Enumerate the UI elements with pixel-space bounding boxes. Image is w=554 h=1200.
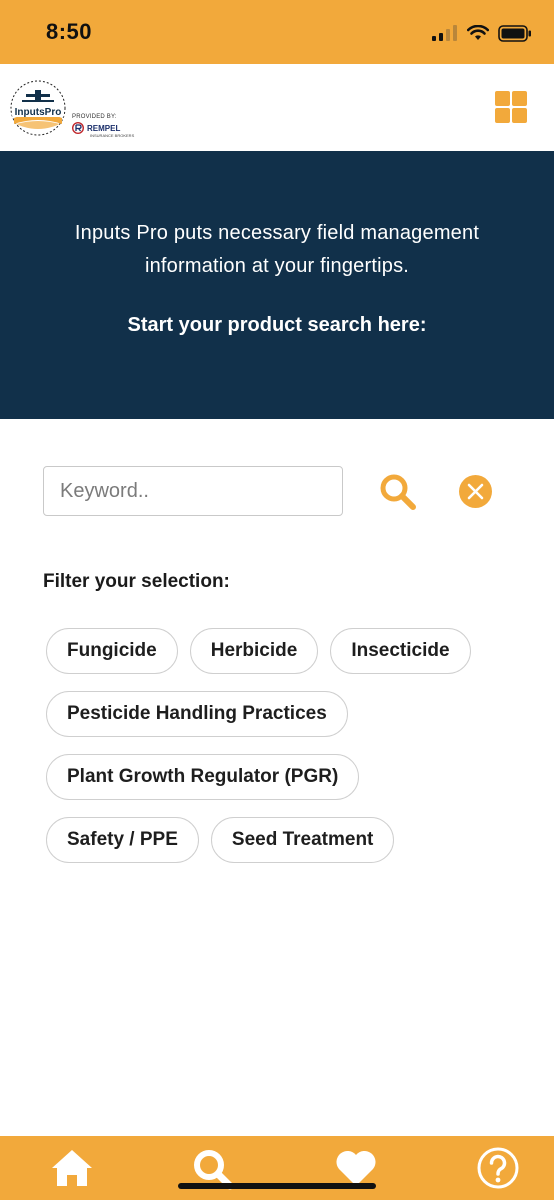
logo-text: InputsPro <box>15 107 62 118</box>
grid-cell <box>495 91 510 106</box>
keyword-search-input[interactable] <box>43 466 343 516</box>
grid-cell <box>512 108 527 123</box>
rempel-logo-icon <box>72 122 84 134</box>
chip-row: Pesticide Handling Practices <box>46 691 526 737</box>
filter-chip-seed-treatment[interactable]: Seed Treatment <box>210 817 395 863</box>
provided-by: PROVIDED BY: REMPEL INSURANCE BROKERS <box>72 114 134 138</box>
filter-chip-pgr[interactable]: Plant Growth Regulator (PGR) <box>46 754 360 800</box>
hero-description: Inputs Pro puts necessary field manageme… <box>74 222 480 277</box>
clear-search-button[interactable] <box>458 474 493 509</box>
filter-chip-safety-ppe[interactable]: Safety / PPE <box>46 817 199 863</box>
filter-chip-insecticide[interactable]: Insecticide <box>330 628 471 674</box>
status-bar: 8:50 <box>0 0 554 64</box>
bottom-tab-bar <box>0 1136 554 1200</box>
battery-icon <box>498 24 531 42</box>
filter-chips: Fungicide Herbicide Insecticide Pesticid… <box>46 628 526 880</box>
help-icon[interactable] <box>476 1146 520 1190</box>
grid-cell <box>512 91 527 106</box>
signal-icon <box>432 25 457 41</box>
filter-chip-pesticide-handling[interactable]: Pesticide Handling Practices <box>46 691 348 737</box>
home-icon[interactable] <box>50 1146 94 1190</box>
home-indicator <box>178 1183 376 1189</box>
hero-cta: Start your product search here: <box>127 314 427 336</box>
filter-title: Filter your selection: <box>43 571 230 592</box>
grid-menu-button[interactable] <box>495 91 527 123</box>
provided-by-label: PROVIDED BY: <box>72 114 117 120</box>
chip-row: Fungicide Herbicide Insecticide <box>46 628 526 674</box>
filter-chip-herbicide[interactable]: Herbicide <box>189 628 319 674</box>
filter-chip-fungicide[interactable]: Fungicide <box>46 628 178 674</box>
status-icons <box>432 22 532 44</box>
provider-subtitle: INSURANCE BROKERS <box>90 133 135 138</box>
wifi-icon <box>467 25 489 40</box>
search-button[interactable] <box>378 472 418 512</box>
inputspro-logo[interactable]: InputsPro <box>8 78 68 138</box>
hero-banner: Inputs Pro puts necessary field manageme… <box>0 151 554 419</box>
chip-row: Plant Growth Regulator (PGR) <box>46 754 526 800</box>
grid-cell <box>495 108 510 123</box>
status-time: 8:50 <box>46 19 93 44</box>
provider-name: REMPEL <box>87 123 121 133</box>
app-header: InputsPro PROVIDED BY: REMPEL INSURANCE … <box>0 64 554 151</box>
chip-row: Safety / PPE Seed Treatment <box>46 817 526 863</box>
